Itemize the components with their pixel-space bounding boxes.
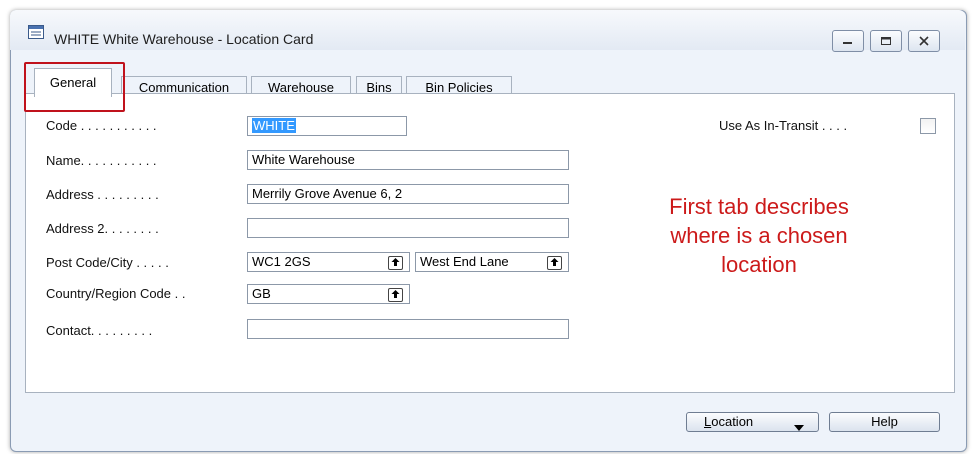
use-as-in-transit-label: Use As In-Transit . . . . [719,118,848,133]
maximize-icon [881,37,891,45]
triangle-down-icon [794,419,804,437]
close-button[interactable] [908,30,940,52]
address2-field[interactable] [247,218,569,238]
code-field[interactable]: WHITE [247,116,407,136]
country-region-lookup-button[interactable] [388,288,403,302]
name-label: Name. . . . . . . . . . . [46,153,157,168]
lookup-arrow-icon [391,290,400,298]
city-lookup-button[interactable] [547,256,562,270]
name-field[interactable]: White Warehouse [247,150,569,170]
window-title: WHITE White Warehouse - Location Card [54,31,314,47]
city-value: West End Lane [420,254,509,269]
code-label: Code . . . . . . . . . . . [46,118,157,133]
help-button-label: Help [871,414,898,429]
close-icon [919,36,929,46]
code-value: WHITE [252,118,296,133]
address2-label: Address 2. . . . . . . . [46,221,159,236]
contact-field[interactable] [247,319,569,339]
general-tab-highlight [24,62,125,112]
location-button-label: ocation [711,414,754,429]
address-value: Merrily Grove Avenue 6, 2 [252,186,403,201]
form-icon [28,25,44,39]
post-code-field[interactable]: WC1 2GS [247,252,410,272]
help-button[interactable]: Help [829,412,940,432]
name-value: White Warehouse [252,152,355,167]
annotation-line-2: where is a chosen [670,223,848,248]
country-region-value: GB [252,286,271,301]
address-field[interactable]: Merrily Grove Avenue 6, 2 [247,184,569,204]
contact-label: Contact. . . . . . . . . [46,323,153,338]
city-field[interactable]: West End Lane [415,252,569,272]
country-region-label: Country/Region Code . . [46,286,186,301]
address-label: Address . . . . . . . . . [46,187,159,202]
use-as-in-transit-checkbox[interactable] [920,118,936,134]
lookup-arrow-icon [391,258,400,266]
post-code-lookup-button[interactable] [388,256,403,270]
title-bar: WHITE White Warehouse - Location Card [10,10,965,52]
location-menu-button[interactable]: Location [686,412,819,432]
minimize-icon [843,42,852,44]
annotation-note: First tab describes where is a chosen lo… [626,192,892,279]
post-code-city-label: Post Code/City . . . . . [46,255,169,270]
minimize-button[interactable] [832,30,864,52]
lookup-arrow-icon [550,258,559,266]
annotation-line-3: location [721,252,797,277]
annotation-line-1: First tab describes [669,194,849,219]
maximize-button[interactable] [870,30,902,52]
country-region-field[interactable]: GB [247,284,410,304]
post-code-value: WC1 2GS [252,254,311,269]
